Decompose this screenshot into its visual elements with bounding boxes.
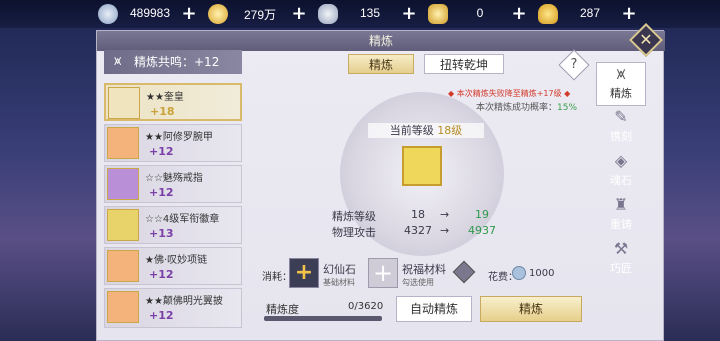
- item-name: ☆☆4级军衔徽章: [145, 214, 220, 225]
- craftsman-icon: ⚒: [613, 239, 629, 258]
- list-item[interactable]: ☆☆魅殇戒指 +12: [104, 165, 242, 203]
- stat-to: 4937: [468, 224, 496, 237]
- soul-stone-icon: ◈: [614, 151, 628, 170]
- stat-to: 19: [475, 208, 489, 221]
- list-item[interactable]: ★★颠佛明光翼披 +12: [104, 288, 242, 328]
- stat-from: 4327: [404, 224, 432, 237]
- item-name: ★佛·叹妙项链: [145, 255, 208, 266]
- success-rate-label: 本次精炼成功概率：: [476, 103, 558, 113]
- list-item[interactable]: ★★奎皇 +18: [104, 83, 242, 121]
- item-level: +12: [149, 145, 174, 158]
- stat-row: 物理攻击 4327 → 4937: [312, 224, 532, 239]
- equipment-icon: [107, 168, 139, 200]
- item-level: +12: [149, 186, 174, 199]
- item-level: +12: [149, 268, 174, 281]
- item-name: ☆☆魅殇戒指: [145, 173, 203, 184]
- list-item[interactable]: ★佛·叹妙项链 +12: [104, 247, 242, 285]
- fail-note: ◆ 本次精炼失败降至精炼+17级 ◆: [448, 89, 571, 98]
- current-level-value: 18级: [437, 124, 463, 137]
- refine-icon: ⩙: [616, 64, 626, 83]
- item-level: +18: [150, 105, 175, 118]
- side-nav-label: 精炼: [610, 87, 632, 100]
- add-currency-button[interactable]: +: [180, 5, 198, 23]
- progress-label: 精炼度: [266, 303, 299, 316]
- equipment-icon: [107, 209, 139, 241]
- cost-value: 1000: [529, 268, 555, 279]
- item-level: +12: [149, 309, 174, 322]
- stat-key: 物理攻击: [332, 226, 376, 239]
- side-nav-label: 重铸: [610, 218, 632, 231]
- progress-value: 0/3620: [348, 301, 384, 312]
- auto-refine-button[interactable]: 自动精炼: [396, 296, 472, 322]
- list-item[interactable]: ☆☆4级军衔徽章 +13: [104, 206, 242, 244]
- equipment-icon: [108, 87, 140, 119]
- current-level-label: 当前等级: [389, 124, 434, 137]
- currency-value: 489983: [129, 6, 171, 20]
- side-nav-engrave[interactable]: ✎ 镌刻: [596, 106, 646, 150]
- list-item[interactable]: ★★阿修罗腕甲 +12: [104, 124, 242, 162]
- gold-coin-icon: [208, 4, 228, 24]
- resonance-icon: ⩙: [114, 54, 122, 69]
- material-sub: 勾选使用: [402, 278, 434, 287]
- tab-reverse[interactable]: 扭转乾坤: [424, 54, 504, 74]
- consume-label: 消耗：: [262, 272, 292, 283]
- plus-icon: +: [372, 259, 394, 287]
- selected-equipment-icon[interactable]: [402, 146, 442, 186]
- currency-value: 287: [579, 6, 601, 20]
- current-level: 当前等级 18级: [368, 123, 484, 138]
- stat-row: 精炼等级 18 → 19: [312, 208, 532, 223]
- question-icon: ?: [570, 57, 578, 72]
- silver-ingot-icon: [318, 4, 338, 24]
- side-nav-soul-stone[interactable]: ◈ 魂石: [596, 150, 646, 194]
- add-currency-button[interactable]: +: [400, 5, 418, 23]
- currency-value: 135: [359, 6, 381, 20]
- arrow-icon: →: [440, 208, 450, 221]
- item-name: ★★颠佛明光翼披: [145, 296, 223, 307]
- arrow-icon: →: [440, 224, 450, 237]
- refine-resonance: ⩙ 精炼共鸣：+12: [104, 50, 242, 74]
- add-currency-button[interactable]: +: [290, 5, 308, 23]
- side-nav-refine[interactable]: ⩙ 精炼: [596, 62, 646, 106]
- panel-title: 精炼: [97, 31, 665, 51]
- side-nav-label: 巧匠: [610, 262, 632, 275]
- success-rate: 本次精炼成功概率：15%: [476, 100, 577, 113]
- item-name: ★★奎皇: [146, 92, 184, 103]
- material-slot-blessing[interactable]: +: [368, 258, 398, 288]
- side-nav-craftsman[interactable]: ⚒ 巧匠: [596, 238, 646, 282]
- silver-orb-icon: [512, 266, 526, 280]
- silver-orb-icon: [98, 4, 118, 24]
- engrave-icon: ✎: [614, 107, 628, 126]
- currency-bar: 489983 + 279万 + 135 + 0 + 287 +: [0, 0, 720, 28]
- stat-from: 18: [411, 208, 425, 221]
- gold-ingot-icon: [428, 4, 448, 24]
- progress-bar: [264, 316, 382, 321]
- item-level: +13: [149, 227, 174, 240]
- plus-icon: +: [294, 260, 314, 285]
- item-name: ★★阿修罗腕甲: [145, 132, 213, 143]
- side-nav-recast[interactable]: ♜ 重铸: [596, 194, 646, 238]
- equipment-icon: [107, 127, 139, 159]
- currency-value: 0: [476, 6, 484, 20]
- side-nav-label: 魂石: [610, 174, 632, 187]
- equipment-icon: [107, 291, 139, 323]
- recast-icon: ♜: [613, 195, 629, 214]
- material-sub: 基础材料: [323, 278, 355, 287]
- equipment-list: ⩙ 精炼共鸣：+12 ★★奎皇 +18 ★★阿修罗腕甲 +12 ☆☆魅殇戒指 +…: [104, 50, 242, 341]
- material-name: 幻仙石: [323, 263, 356, 276]
- side-nav-label: 镌刻: [610, 130, 632, 143]
- close-icon: ✕: [639, 30, 653, 49]
- add-currency-button[interactable]: +: [620, 5, 638, 23]
- yuanbao-icon: [538, 4, 558, 24]
- material-slot-basic[interactable]: +: [289, 258, 319, 288]
- refine-button[interactable]: 精炼: [480, 296, 582, 322]
- currency-value: 279万: [243, 8, 277, 22]
- tab-refine[interactable]: 精炼: [348, 54, 414, 74]
- stat-key: 精炼等级: [332, 210, 376, 223]
- equipment-icon: [107, 250, 139, 282]
- add-currency-button[interactable]: +: [510, 5, 528, 23]
- success-rate-value: 15%: [557, 103, 578, 113]
- material-name: 祝福材料: [402, 263, 446, 276]
- resonance-label: 精炼共鸣：+12: [134, 55, 220, 69]
